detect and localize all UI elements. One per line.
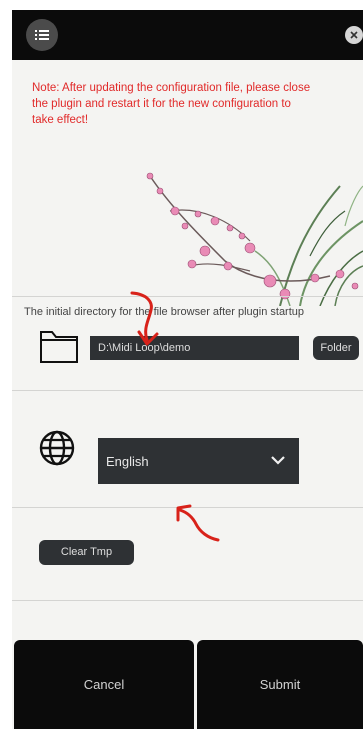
top-bar [12,10,363,60]
plum-blossom-illustration [146,172,363,306]
globe-icon [39,430,75,466]
clear-tmp-button[interactable]: Clear Tmp [39,540,134,565]
folder-icon [40,331,78,363]
list-icon [35,30,49,40]
config-notice: Note: After updating the configuration f… [32,82,311,126]
chevron-down-icon [271,456,285,465]
divider [12,390,363,391]
language-select[interactable]: English [98,438,299,484]
folder-button[interactable]: Folder [313,336,359,360]
menu-button[interactable] [26,19,58,51]
annotation-arrow-up [176,504,220,542]
close-button[interactable] [345,26,363,44]
divider [12,600,363,601]
close-icon [350,31,358,39]
directory-path-input[interactable]: D:\Midi Loop\demo [90,336,299,360]
settings-panel: Note: After updating the configuration f… [12,10,363,729]
submit-button[interactable]: Submit [197,640,363,729]
divider [12,296,363,297]
language-value: English [106,453,149,469]
annotation-arrow-down [130,291,159,346]
cancel-button[interactable]: Cancel [14,640,194,729]
